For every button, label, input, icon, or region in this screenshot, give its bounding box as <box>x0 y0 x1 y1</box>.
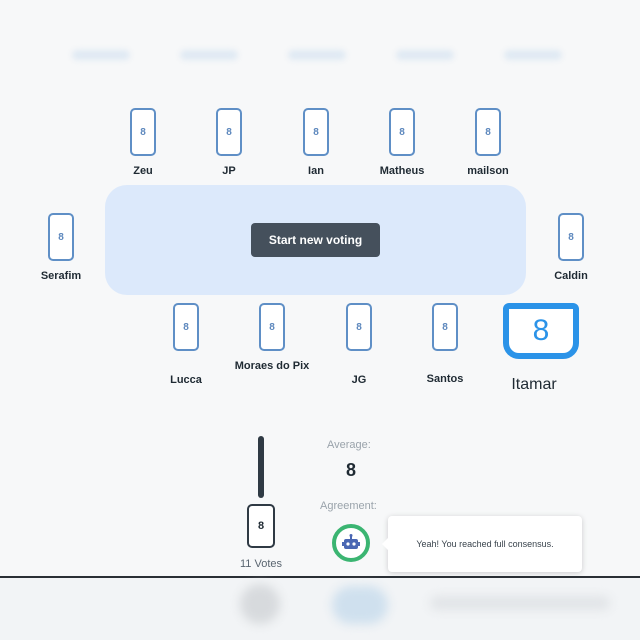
nav-tab-blurred[interactable] <box>72 50 130 60</box>
player-name: Serafim <box>40 270 82 282</box>
highlighted-player-name: Itamar <box>511 376 557 393</box>
player-name: mailson <box>467 165 509 177</box>
player-card: 8 <box>303 108 329 156</box>
player-name: Ian <box>308 165 324 177</box>
blurred-element <box>430 596 610 610</box>
highlighted-player-card: 8 <box>503 303 579 359</box>
player-card: 8 <box>346 303 372 351</box>
start-new-voting-button[interactable]: Start new voting <box>250 223 381 257</box>
player-name: Moraes do Pix <box>234 360 310 372</box>
player-seat: 8 Zeu <box>103 108 183 178</box>
player-name: JP <box>222 165 236 177</box>
player-card: 8 <box>558 213 584 261</box>
player-card: 8 <box>216 108 242 156</box>
vote-distribution-bar <box>258 436 264 498</box>
votes-count: 11 Votes <box>240 558 282 570</box>
player-name: Matheus <box>379 165 425 177</box>
player-seat: 8 Santos <box>405 303 485 386</box>
player-seat: 8 JP <box>189 108 269 178</box>
player-card: 8 <box>259 303 285 351</box>
player-name: JG <box>351 374 367 386</box>
player-seat: 8 Caldin <box>531 213 611 283</box>
player-seat: 8 JG <box>319 303 399 387</box>
player-name: Caldin <box>554 270 588 282</box>
player-card: 8 <box>130 108 156 156</box>
bottom-blurred-area <box>0 578 640 640</box>
average-value: 8 <box>346 460 357 480</box>
nav-tab-blurred[interactable] <box>180 50 238 60</box>
player-seat: 8 Moraes do Pix <box>232 303 312 373</box>
agreement-tooltip: Yeah! You reached full consensus. <box>382 516 582 572</box>
player-name: Lucca <box>170 374 202 386</box>
top-navigation <box>0 0 640 90</box>
vote-result-card: 8 <box>247 504 275 548</box>
player-card: 8 <box>48 213 74 261</box>
average-label: Average: <box>327 439 371 451</box>
player-card: 8 <box>475 108 501 156</box>
player-seat: 8 mailson <box>448 108 528 178</box>
player-seat: 8 Ian <box>276 108 356 178</box>
player-card: 8 <box>389 108 415 156</box>
player-seat: 8 Lucca <box>146 303 226 387</box>
voting-table: Start new voting <box>105 185 526 295</box>
player-seat: 8 Matheus <box>362 108 442 178</box>
player-name: Santos <box>426 373 464 385</box>
agreement-message: Yeah! You reached full consensus. <box>416 539 554 549</box>
blurred-element <box>332 586 388 624</box>
player-card: 8 <box>432 303 458 351</box>
agreement-label: Agreement: <box>320 500 377 512</box>
player-name: Zeu <box>133 165 153 177</box>
blurred-element <box>240 584 280 624</box>
nav-tab-blurred[interactable] <box>396 50 454 60</box>
nav-tab-blurred[interactable] <box>288 50 346 60</box>
robot-icon[interactable] <box>332 524 370 562</box>
player-card: 8 <box>173 303 199 351</box>
player-seat: 8 Serafim <box>21 213 101 283</box>
nav-tab-blurred[interactable] <box>504 50 562 60</box>
